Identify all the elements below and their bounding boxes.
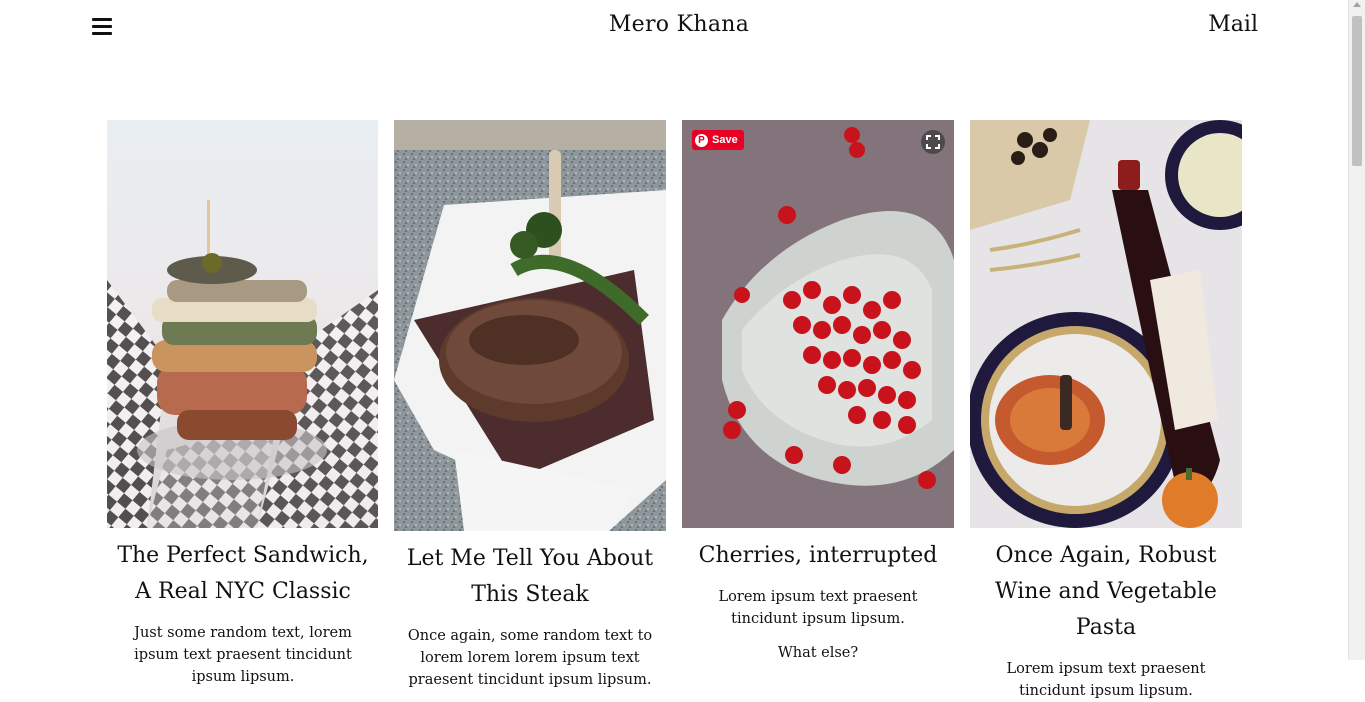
card-title[interactable]: Let Me Tell You About This Steak xyxy=(398,541,662,613)
card-title[interactable]: The Perfect Sandwich, A Real NYC Classic xyxy=(111,538,375,610)
scrollbar-thumb[interactable] xyxy=(1352,16,1362,166)
expand-icon[interactable] xyxy=(921,130,945,154)
card-text: Once again, some random text to lorem lo… xyxy=(407,628,653,688)
steak-photo[interactable] xyxy=(394,120,666,531)
pinterest-save-label: Save xyxy=(712,134,738,146)
pinterest-icon: P xyxy=(695,133,708,147)
cherries-photo[interactable]: P Save xyxy=(682,120,954,528)
scroll-up-arrow-icon[interactable] xyxy=(1353,2,1361,7)
card-title[interactable]: Cherries, interrupted xyxy=(686,538,950,574)
pinterest-save-button[interactable]: P Save xyxy=(692,130,744,150)
card-text: Just some random text, lorem ipsum text … xyxy=(134,625,352,685)
card-text: Lorem ipsum text praesent tincidunt ipsu… xyxy=(718,589,918,627)
card-cherries: P Save Cherries, interrupted Lorem ipsum… xyxy=(682,120,954,664)
site-title: Mero Khana xyxy=(608,12,750,37)
card-wine-pasta: Once Again, Robust Wine and Vegetable Pa… xyxy=(970,120,1242,702)
card-sandwich: The Perfect Sandwich, A Real NYC Classic… xyxy=(107,120,379,688)
mail-link[interactable]: Mail xyxy=(1208,12,1258,37)
wine-pasta-image xyxy=(970,120,1242,528)
card-title[interactable]: Once Again, Robust Wine and Vegetable Pa… xyxy=(974,538,1238,646)
card-text: Lorem ipsum text praesent tincidunt ipsu… xyxy=(1006,661,1206,699)
steak-image xyxy=(394,120,666,531)
wine-pasta-photo[interactable] xyxy=(970,120,1242,528)
sandwich-image xyxy=(107,120,378,528)
card-text-extra: What else? xyxy=(777,645,859,661)
card-steak: Let Me Tell You About This Steak Once ag… xyxy=(394,120,666,691)
cherries-image xyxy=(682,120,954,528)
vertical-scrollbar[interactable] xyxy=(1348,0,1365,660)
top-bar: Mero Khana Mail xyxy=(0,0,1349,56)
sandwich-photo[interactable] xyxy=(107,120,378,528)
